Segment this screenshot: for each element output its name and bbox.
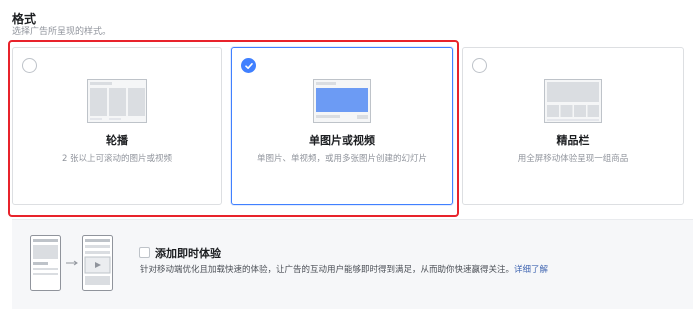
collection-radio[interactable] [472, 58, 487, 73]
single-image-description: 单图片、单视频，或用多张图片创建的幻灯片 [256, 154, 427, 164]
format-card-carousel[interactable]: 轮播 2 张以上可滚动的图片或视频 [12, 47, 222, 205]
format-card-collection[interactable]: 精品栏 用全屏移动体验呈现一组商品 [462, 47, 684, 205]
single-image-title: 单图片或视频 [309, 134, 375, 147]
carousel-radio[interactable] [22, 58, 37, 73]
checkmark-icon [245, 63, 253, 69]
carousel-title: 轮播 [106, 134, 128, 147]
collection-thumbnail-icon [544, 79, 602, 127]
learn-more-link[interactable]: 详细了解 [514, 265, 548, 275]
single-image-radio[interactable] [241, 58, 256, 73]
instant-experience-illustration-icon [30, 235, 125, 299]
carousel-description: 2 张以上可滚动的图片或视频 [61, 154, 173, 164]
single-image-thumbnail-icon [313, 79, 371, 127]
instant-experience-desc-text: 针对移动端优化且加载快速的体验，让广告的互动用户能够即时得到满足，从而助你快速赢… [140, 265, 515, 275]
instant-experience-title: 添加即时体验 [155, 247, 221, 260]
carousel-thumbnail-icon [87, 79, 147, 127]
instant-experience-description: 针对移动端优化且加载快速的体验，让广告的互动用户能够即时得到满足，从而助你快速赢… [140, 263, 548, 275]
instant-experience-panel: 添加即时体验 针对移动端优化且加载快速的体验，让广告的互动用户能够即时得到满足，… [12, 219, 693, 309]
format-card-single-image[interactable]: 单图片或视频 单图片、单视频，或用多张图片创建的幻灯片 [231, 47, 453, 205]
format-section-subtitle: 选择广告所呈现的样式。 [12, 27, 112, 37]
collection-title: 精品栏 [556, 134, 590, 147]
collection-description: 用全屏移动体验呈现一组商品 [517, 154, 629, 164]
instant-experience-checkbox[interactable] [139, 247, 150, 258]
